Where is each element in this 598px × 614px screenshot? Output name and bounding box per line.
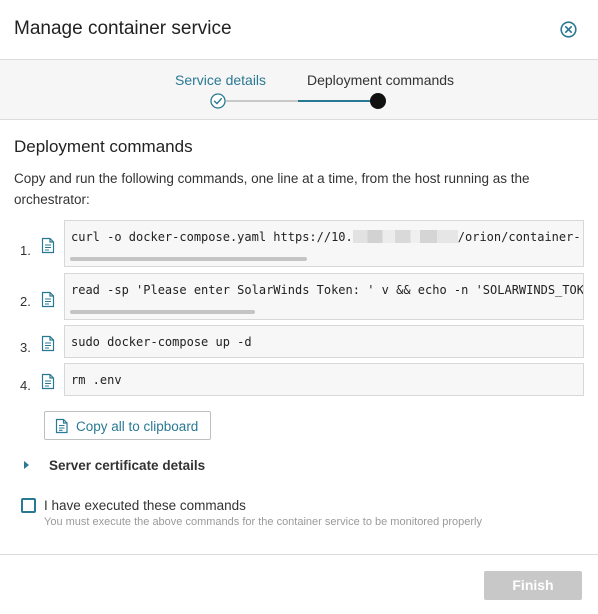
section-title: Deployment commands [14,137,193,156]
command-text: read -sp 'Please enter SolarWinds Token:… [71,283,584,297]
copy-document-icon[interactable] [41,335,55,352]
copy-all-button[interactable]: Copy all to clipboard [44,411,211,440]
command-number: 4. [20,378,31,393]
executed-commands-label[interactable]: I have executed these commands [44,498,246,513]
command-row-3: 3. sudo docker-compose up -d [0,325,598,358]
command-number: 3. [20,340,31,355]
caret-right-icon [24,461,29,469]
wizard-track [226,100,298,102]
command-box-2[interactable]: read -sp 'Please enter SolarWinds Token:… [64,273,584,320]
close-icon[interactable] [560,21,577,38]
wizard-step-deployment-commands: Deployment commands [307,72,455,88]
copy-document-icon[interactable] [41,237,55,254]
command-box-3[interactable]: sudo docker-compose up -d [64,325,584,358]
command-row-4: 4. rm .env [0,363,598,396]
copy-all-label: Copy all to clipboard [76,419,199,434]
dialog-header: Manage container service [0,0,598,60]
executed-commands-checkbox[interactable] [21,498,36,513]
instructions-text: Copy and run the following commands, one… [14,171,530,207]
wizard-progress: Service details Deployment commands [0,60,598,120]
executed-commands-hint: You must execute the above commands for … [44,516,483,528]
dialog-footer: Finish [0,554,598,614]
horizontal-scrollbar[interactable] [70,257,307,261]
copy-document-icon[interactable] [41,291,55,308]
command-number: 2. [20,294,31,309]
copy-document-icon [55,418,68,434]
command-text: curl -o docker-compose.yaml https://10. /… [71,230,581,244]
command-row-2: 2. read -sp 'Please enter SolarWinds Tok… [0,273,598,320]
check-circle-icon[interactable] [210,93,226,109]
command-text: rm .env [71,373,122,387]
wizard-step-service-details[interactable]: Service details [175,72,266,88]
command-box-4[interactable]: rm .env [64,363,584,396]
wizard-track-active [298,100,378,102]
certificate-details-toggle[interactable]: Server certificate details [24,456,224,476]
copy-document-icon[interactable] [41,373,55,390]
finish-button[interactable]: Finish [484,571,582,600]
active-step-dot-icon [370,93,386,109]
certificate-details-label: Server certificate details [49,458,206,473]
command-box-1[interactable]: curl -o docker-compose.yaml https://10. /… [64,220,584,267]
redacted-address [352,230,458,243]
command-row-1: 1. curl -o docker-compose.yaml https://1… [0,220,598,267]
command-text: sudo docker-compose up -d [71,335,252,349]
dialog-title: Manage container service [14,18,232,39]
command-number: 1. [20,243,31,258]
horizontal-scrollbar[interactable] [70,310,255,314]
